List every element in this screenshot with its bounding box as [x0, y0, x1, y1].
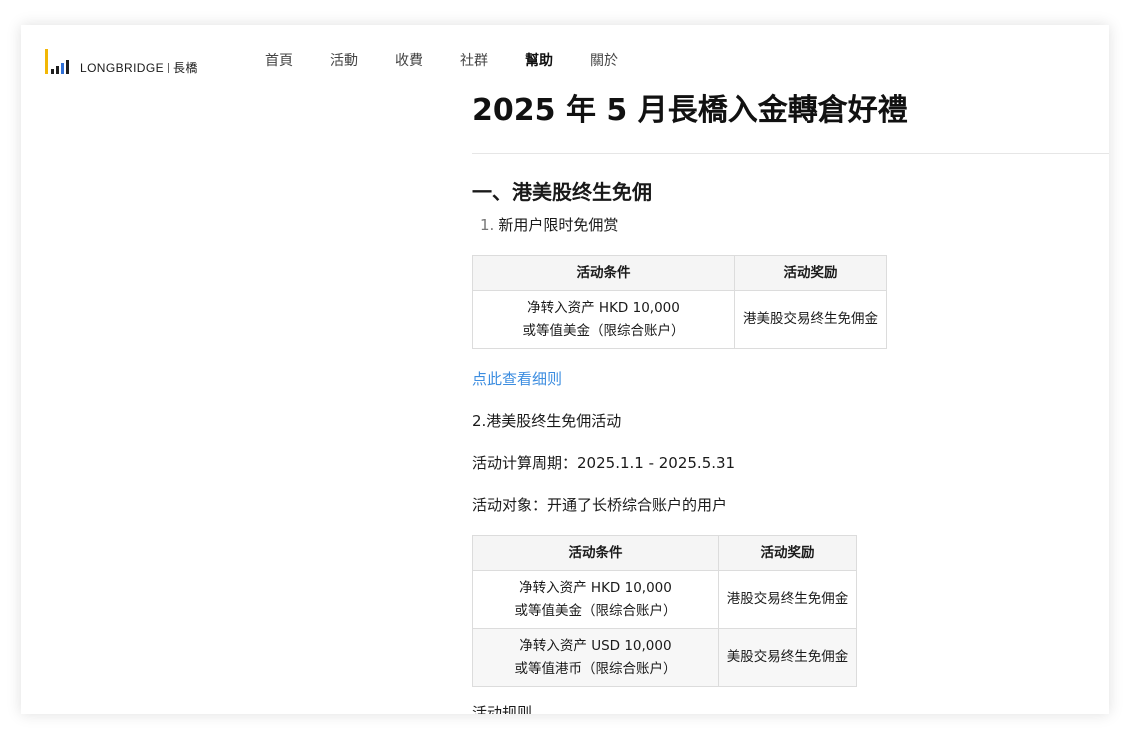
table-cell-reward: 港美股交易终生免佣金 — [734, 290, 887, 349]
table-header-row: 活动条件 活动奖励 — [472, 535, 857, 571]
table-header-reward: 活动奖励 — [734, 255, 887, 291]
condition-line: 净转入资产 HKD 10,000 — [527, 299, 680, 316]
page-title: 2025 年 5 月長橋入金轉倉好禮 — [472, 93, 908, 128]
list-number: 1. — [480, 216, 495, 234]
activity-period-value: 2025.1.1 - 2025.5.31 — [577, 454, 736, 472]
activity-target-label: 活动对象： — [472, 496, 548, 514]
browser-window: LONGBRIDGE 長橋 首頁 活動 收費 社群 幫助 關於 2025 年 5 … — [21, 25, 1109, 714]
nav-item-events[interactable]: 活動 — [330, 52, 358, 70]
new-user-reward-table: 活动条件 活动奖励 净转入资产 HKD 10,000 或等值美金（限综合账户） … — [472, 255, 887, 349]
nav-item-help[interactable]: 幫助 — [525, 52, 553, 70]
table-cell-condition: 净转入资产 HKD 10,000 或等值美金（限综合账户） — [472, 570, 719, 629]
condition-line: 或等值美金（限综合账户） — [522, 322, 685, 339]
lifetime-reward-table: 活动条件 活动奖励 净转入资产 HKD 10,000 或等值美金（限综合账户） … — [472, 535, 857, 687]
table-cell-condition: 净转入资产 USD 10,000 或等值港币（限综合账户） — [472, 628, 719, 687]
table-header-reward: 活动奖励 — [718, 535, 857, 571]
list-item-lifetime-free: 2.港美股终生免佣活动 — [472, 412, 622, 430]
nav-item-community[interactable]: 社群 — [460, 52, 488, 70]
longbridge-logo-icon — [45, 49, 71, 74]
logo-name: LONGBRIDGE — [80, 61, 165, 75]
activity-rules-text: 活动规则 — [472, 704, 533, 714]
details-link[interactable]: 点此查看细则 — [472, 369, 1109, 389]
table-row: 净转入资产 HKD 10,000 或等值美金（限综合账户） 港美股交易终生免佣金 — [472, 290, 887, 349]
table-cell-reward: 港股交易终生免佣金 — [718, 570, 857, 629]
condition-line: 或等值美金（限综合账户） — [514, 602, 677, 619]
activity-period: 活动计算周期：2025.1.1 - 2025.5.31 — [472, 453, 1109, 473]
nav-item-home[interactable]: 首頁 — [265, 52, 293, 70]
main-nav: 首頁 活動 收費 社群 幫助 關於 — [265, 52, 655, 70]
list-item-new-user: 1. 新用户限时免佣赏 — [472, 215, 1109, 235]
condition-line: 净转入资产 USD 10,000 — [519, 637, 672, 654]
condition-line: 或等值港币（限综合账户） — [514, 660, 677, 677]
nav-item-about[interactable]: 關於 — [590, 52, 618, 70]
activity-period-label: 活动计算周期： — [472, 454, 578, 472]
logo-name-cn: 長橋 — [173, 61, 198, 75]
list-item-label: 新用户限时免佣赏 — [498, 216, 619, 234]
site-header: LONGBRIDGE 長橋 首頁 活動 收費 社群 幫助 關於 — [21, 25, 1109, 91]
activity-target: 活动对象：开通了长桥综合账户的用户 — [472, 495, 1109, 515]
table-header-row: 活动条件 活动奖励 — [472, 255, 887, 291]
table-header-condition: 活动条件 — [472, 255, 735, 291]
title-divider — [472, 153, 1109, 154]
nav-item-pricing[interactable]: 收費 — [395, 52, 423, 70]
condition-line: 净转入资产 HKD 10,000 — [519, 579, 672, 596]
article-content: 2025 年 5 月長橋入金轉倉好禮 一、港美股终生免佣 1. 新用户限时免佣赏 … — [472, 89, 1109, 714]
table-cell-reward: 美股交易终生免佣金 — [718, 628, 857, 687]
table-row: 净转入资产 HKD 10,000 或等值美金（限综合账户） 港股交易终生免佣金 — [472, 570, 857, 629]
table-row: 净转入资产 USD 10,000 或等值港币（限综合账户） 美股交易终生免佣金 — [472, 628, 857, 687]
table-header-condition: 活动条件 — [472, 535, 719, 571]
table-cell-condition: 净转入资产 HKD 10,000 或等值美金（限综合账户） — [472, 290, 735, 349]
logo-wordmark: LONGBRIDGE 長橋 — [80, 62, 198, 74]
section-heading: 一、港美股终生免佣 — [472, 180, 652, 204]
activity-target-value: 开通了长桥综合账户的用户 — [547, 496, 728, 514]
longbridge-logo[interactable]: LONGBRIDGE 長橋 — [45, 48, 198, 74]
